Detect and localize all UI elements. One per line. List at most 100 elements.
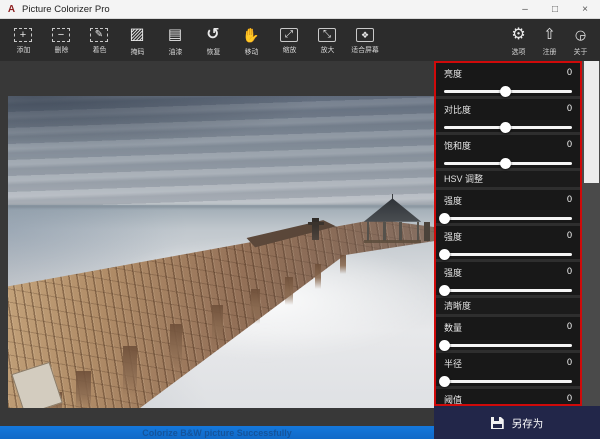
add-selection-icon — [14, 28, 32, 42]
maximize-button[interactable]: □ — [540, 0, 570, 18]
slider-label: 数量 — [444, 321, 462, 334]
restore-icon — [205, 26, 221, 44]
slider-contrast: 对比度0 — [436, 99, 580, 132]
pier-leg — [76, 371, 90, 408]
slider-value: 0 — [567, 357, 572, 370]
pier-photo — [8, 96, 434, 408]
pier-leg — [251, 289, 260, 323]
tool-zoom[interactable]: 缩放 — [270, 19, 308, 61]
slider-label: 半径 — [444, 357, 462, 370]
register-icon — [542, 26, 558, 44]
adjustments-panel: 亮度0对比度0饱和度0HSV 调整强度0强度0强度0清晰度数量0半径0阈值0 — [434, 61, 582, 406]
slider-label: 饱和度 — [444, 139, 471, 152]
colorize-icon — [90, 28, 108, 42]
slider-threshold: 阈值0 — [436, 389, 580, 406]
slider-track[interactable] — [444, 380, 572, 383]
slider-handle[interactable] — [439, 340, 450, 351]
slider-value: 0 — [567, 194, 572, 207]
slider-handle[interactable] — [500, 122, 511, 133]
tool-move[interactable]: 移动 — [232, 19, 270, 61]
slider-saturation: 饱和度 0 — [436, 135, 580, 168]
app-window: A Picture Colorizer Pro – □ × 添加 删除 着色 掩码 油漆… — [0, 0, 600, 439]
slider-value: 0 — [567, 393, 572, 406]
zoom-icon — [280, 28, 298, 42]
tool-label: 掩码 — [130, 46, 144, 56]
tool-restore[interactable]: 恢复 — [194, 19, 232, 61]
slider-track[interactable] — [444, 162, 572, 165]
save-as-label: 另存为 — [512, 416, 544, 431]
zoom-in-icon — [318, 28, 336, 42]
slider-track[interactable] — [444, 344, 572, 347]
header-sharpness: 清晰度 — [436, 298, 580, 314]
tool-fit-screen[interactable]: 适合屏幕 — [346, 19, 384, 61]
image-canvas[interactable] — [0, 61, 434, 426]
save-as-button[interactable]: 另存为 — [485, 415, 550, 432]
tool-register[interactable]: 注册 — [534, 19, 565, 61]
toolbar: 添加 删除 着色 掩码 油漆 恢复 移动 缩放 放大适合屏幕 选项 注册关于 — [0, 19, 600, 61]
tool-label: 删除 — [54, 44, 68, 54]
remove-selection-icon — [52, 28, 70, 42]
slider-hsv-h-strength: 强度 0 — [436, 190, 580, 223]
minimize-button[interactable]: – — [510, 0, 540, 18]
slider-label: 亮度 — [444, 67, 462, 80]
slider-handle[interactable] — [439, 213, 450, 224]
tool-label: 缩放 — [282, 44, 296, 54]
status-bar: Colorize B&W picture Successfully — [0, 426, 434, 439]
close-button[interactable]: × — [570, 0, 600, 18]
move-hand-icon — [242, 26, 259, 44]
slider-label: 强度 — [444, 194, 462, 207]
slider-track[interactable] — [444, 253, 572, 256]
tool-label: 恢复 — [206, 46, 220, 56]
slider-handle[interactable] — [500, 86, 511, 97]
save-icon — [491, 417, 504, 429]
header-hsv: HSV 调整 — [436, 171, 580, 187]
toolbar-right: 选项 注册关于 — [503, 19, 600, 61]
tool-add[interactable]: 添加 — [4, 19, 42, 61]
slider-handle[interactable] — [439, 376, 450, 387]
tool-label: 选项 — [512, 46, 526, 56]
slider-label: 强度 — [444, 266, 462, 279]
slider-label: 强度 — [444, 230, 462, 243]
tool-paint[interactable]: 油漆 — [156, 19, 194, 61]
slider-handle[interactable] — [439, 249, 450, 260]
panel-scrollbar[interactable] — [582, 61, 600, 406]
slider-track[interactable] — [444, 289, 572, 292]
tool-label: 移动 — [244, 46, 258, 56]
titlebar: A Picture Colorizer Pro – □ × — [0, 0, 600, 19]
tool-label: 注册 — [543, 46, 557, 56]
toolbar-left: 添加 删除 着色 掩码 油漆 恢复 移动 缩放 放大适合屏幕 — [0, 19, 384, 61]
app-title: Picture Colorizer Pro — [22, 4, 510, 15]
slider-amount: 数量 0 — [436, 317, 580, 350]
tool-remove[interactable]: 删除 — [42, 19, 80, 61]
tool-colorize[interactable]: 着色 — [80, 19, 118, 61]
slider-value: 0 — [567, 67, 572, 80]
tool-label: 油漆 — [168, 46, 182, 56]
slider-track[interactable] — [444, 126, 572, 129]
tool-label: 着色 — [92, 44, 106, 54]
tool-about[interactable]: 关于 — [565, 19, 596, 61]
scrollbar-thumb[interactable] — [584, 61, 599, 183]
mask-icon — [129, 26, 145, 44]
slider-track[interactable] — [444, 90, 572, 93]
slider-track[interactable] — [444, 217, 572, 220]
gazebo-roof — [364, 197, 422, 222]
app-logo-icon: A — [6, 4, 17, 15]
slider-value: 0 — [567, 139, 572, 152]
tool-zoom-in[interactable]: 放大 — [308, 19, 346, 61]
about-icon — [573, 26, 589, 44]
fit-screen-icon — [356, 28, 374, 42]
options-gear-icon — [511, 26, 527, 44]
gazebo-post — [383, 222, 385, 241]
photo-sky — [8, 96, 434, 208]
slider-hsv-v-strength: 强度0 — [436, 262, 580, 295]
tool-options[interactable]: 选项 — [503, 19, 534, 61]
slider-label: 对比度 — [444, 103, 471, 116]
slider-value: 0 — [567, 321, 572, 334]
tool-mask[interactable]: 掩码 — [118, 19, 156, 61]
pier-bollard — [312, 218, 319, 240]
gazebo — [364, 197, 422, 242]
slider-handle[interactable] — [500, 158, 511, 169]
slider-handle[interactable] — [439, 285, 450, 296]
pier-leg — [315, 264, 321, 289]
tool-label: 添加 — [16, 44, 30, 54]
